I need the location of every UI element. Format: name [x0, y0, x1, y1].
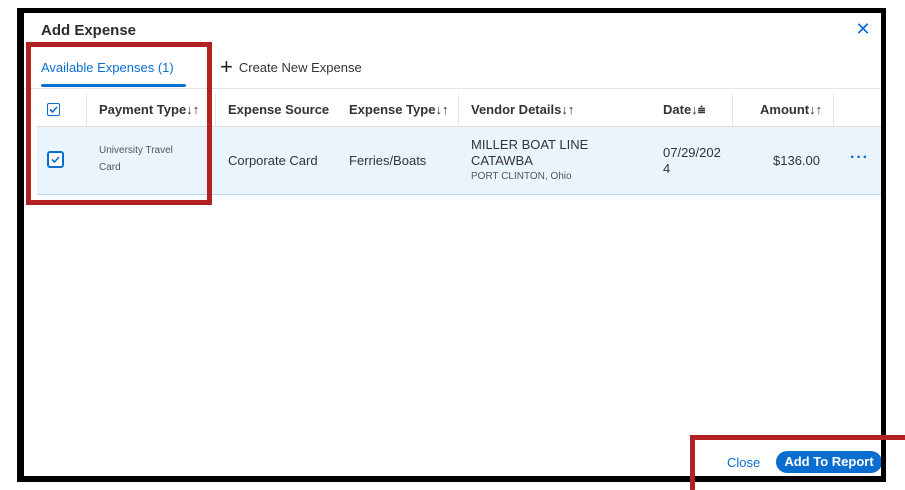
- payment-type-cell: University Travel Card: [99, 145, 173, 173]
- column-separator: [86, 94, 87, 126]
- more-actions-icon[interactable]: ···: [850, 149, 869, 167]
- dialog-title: Add Expense: [41, 22, 137, 39]
- table-header: Payment Type↓↑ Expense Source Expense Ty…: [37, 94, 881, 127]
- plus-icon: +: [220, 54, 233, 79]
- row-checkbox[interactable]: [47, 151, 64, 168]
- sort-icon: ↓↑: [809, 102, 823, 117]
- header-expense-type[interactable]: Expense Type↓↑: [349, 94, 448, 126]
- amount-cell: $136.00: [773, 153, 820, 168]
- header-payment-type[interactable]: Payment Type↓↑: [99, 94, 199, 126]
- tab-available-expenses[interactable]: Available Expenses (1): [41, 60, 174, 75]
- tabs-divider: [24, 88, 881, 89]
- vendor-details-cell: MILLER BOAT LINE CATAWBA PORT CLINTON, O…: [471, 137, 589, 182]
- tab-create-new-expense[interactable]: + Create New Expense: [220, 56, 362, 78]
- header-vendor-details[interactable]: Vendor Details↓↑: [471, 94, 574, 126]
- sort-icon: ↓↑: [435, 102, 449, 117]
- column-separator: [215, 94, 216, 126]
- checkmark-icon: [49, 106, 58, 114]
- add-expense-dialog: Add Expense ✕ Available Expenses (1) + C…: [24, 13, 881, 476]
- column-separator: [833, 94, 834, 126]
- header-date[interactable]: Date↓⩧: [663, 94, 705, 126]
- expense-source-cell: Corporate Card: [228, 153, 318, 168]
- add-to-report-button[interactable]: Add To Report: [776, 451, 881, 473]
- active-tab-indicator: [41, 84, 186, 87]
- column-separator: [732, 94, 733, 126]
- checkmark-icon: [51, 156, 60, 164]
- table-row[interactable]: University Travel Card Corporate Card Fe…: [37, 127, 881, 195]
- sort-desc-icon: ↓⩧: [691, 102, 706, 117]
- sort-icon: ↓↑: [186, 102, 200, 117]
- close-button[interactable]: Close: [727, 455, 760, 470]
- expense-type-cell: Ferries/Boats: [349, 153, 427, 168]
- header-amount[interactable]: Amount↓↑: [760, 94, 822, 126]
- header-expense-source[interactable]: Expense Source: [228, 94, 329, 126]
- date-cell: 07/29/202 4: [663, 145, 721, 176]
- select-all-checkbox[interactable]: [47, 103, 60, 116]
- tab-create-label: Create New Expense: [238, 59, 362, 75]
- column-separator: [458, 94, 459, 126]
- sort-icon: ↓↑: [561, 102, 575, 117]
- close-icon[interactable]: ✕: [851, 17, 875, 41]
